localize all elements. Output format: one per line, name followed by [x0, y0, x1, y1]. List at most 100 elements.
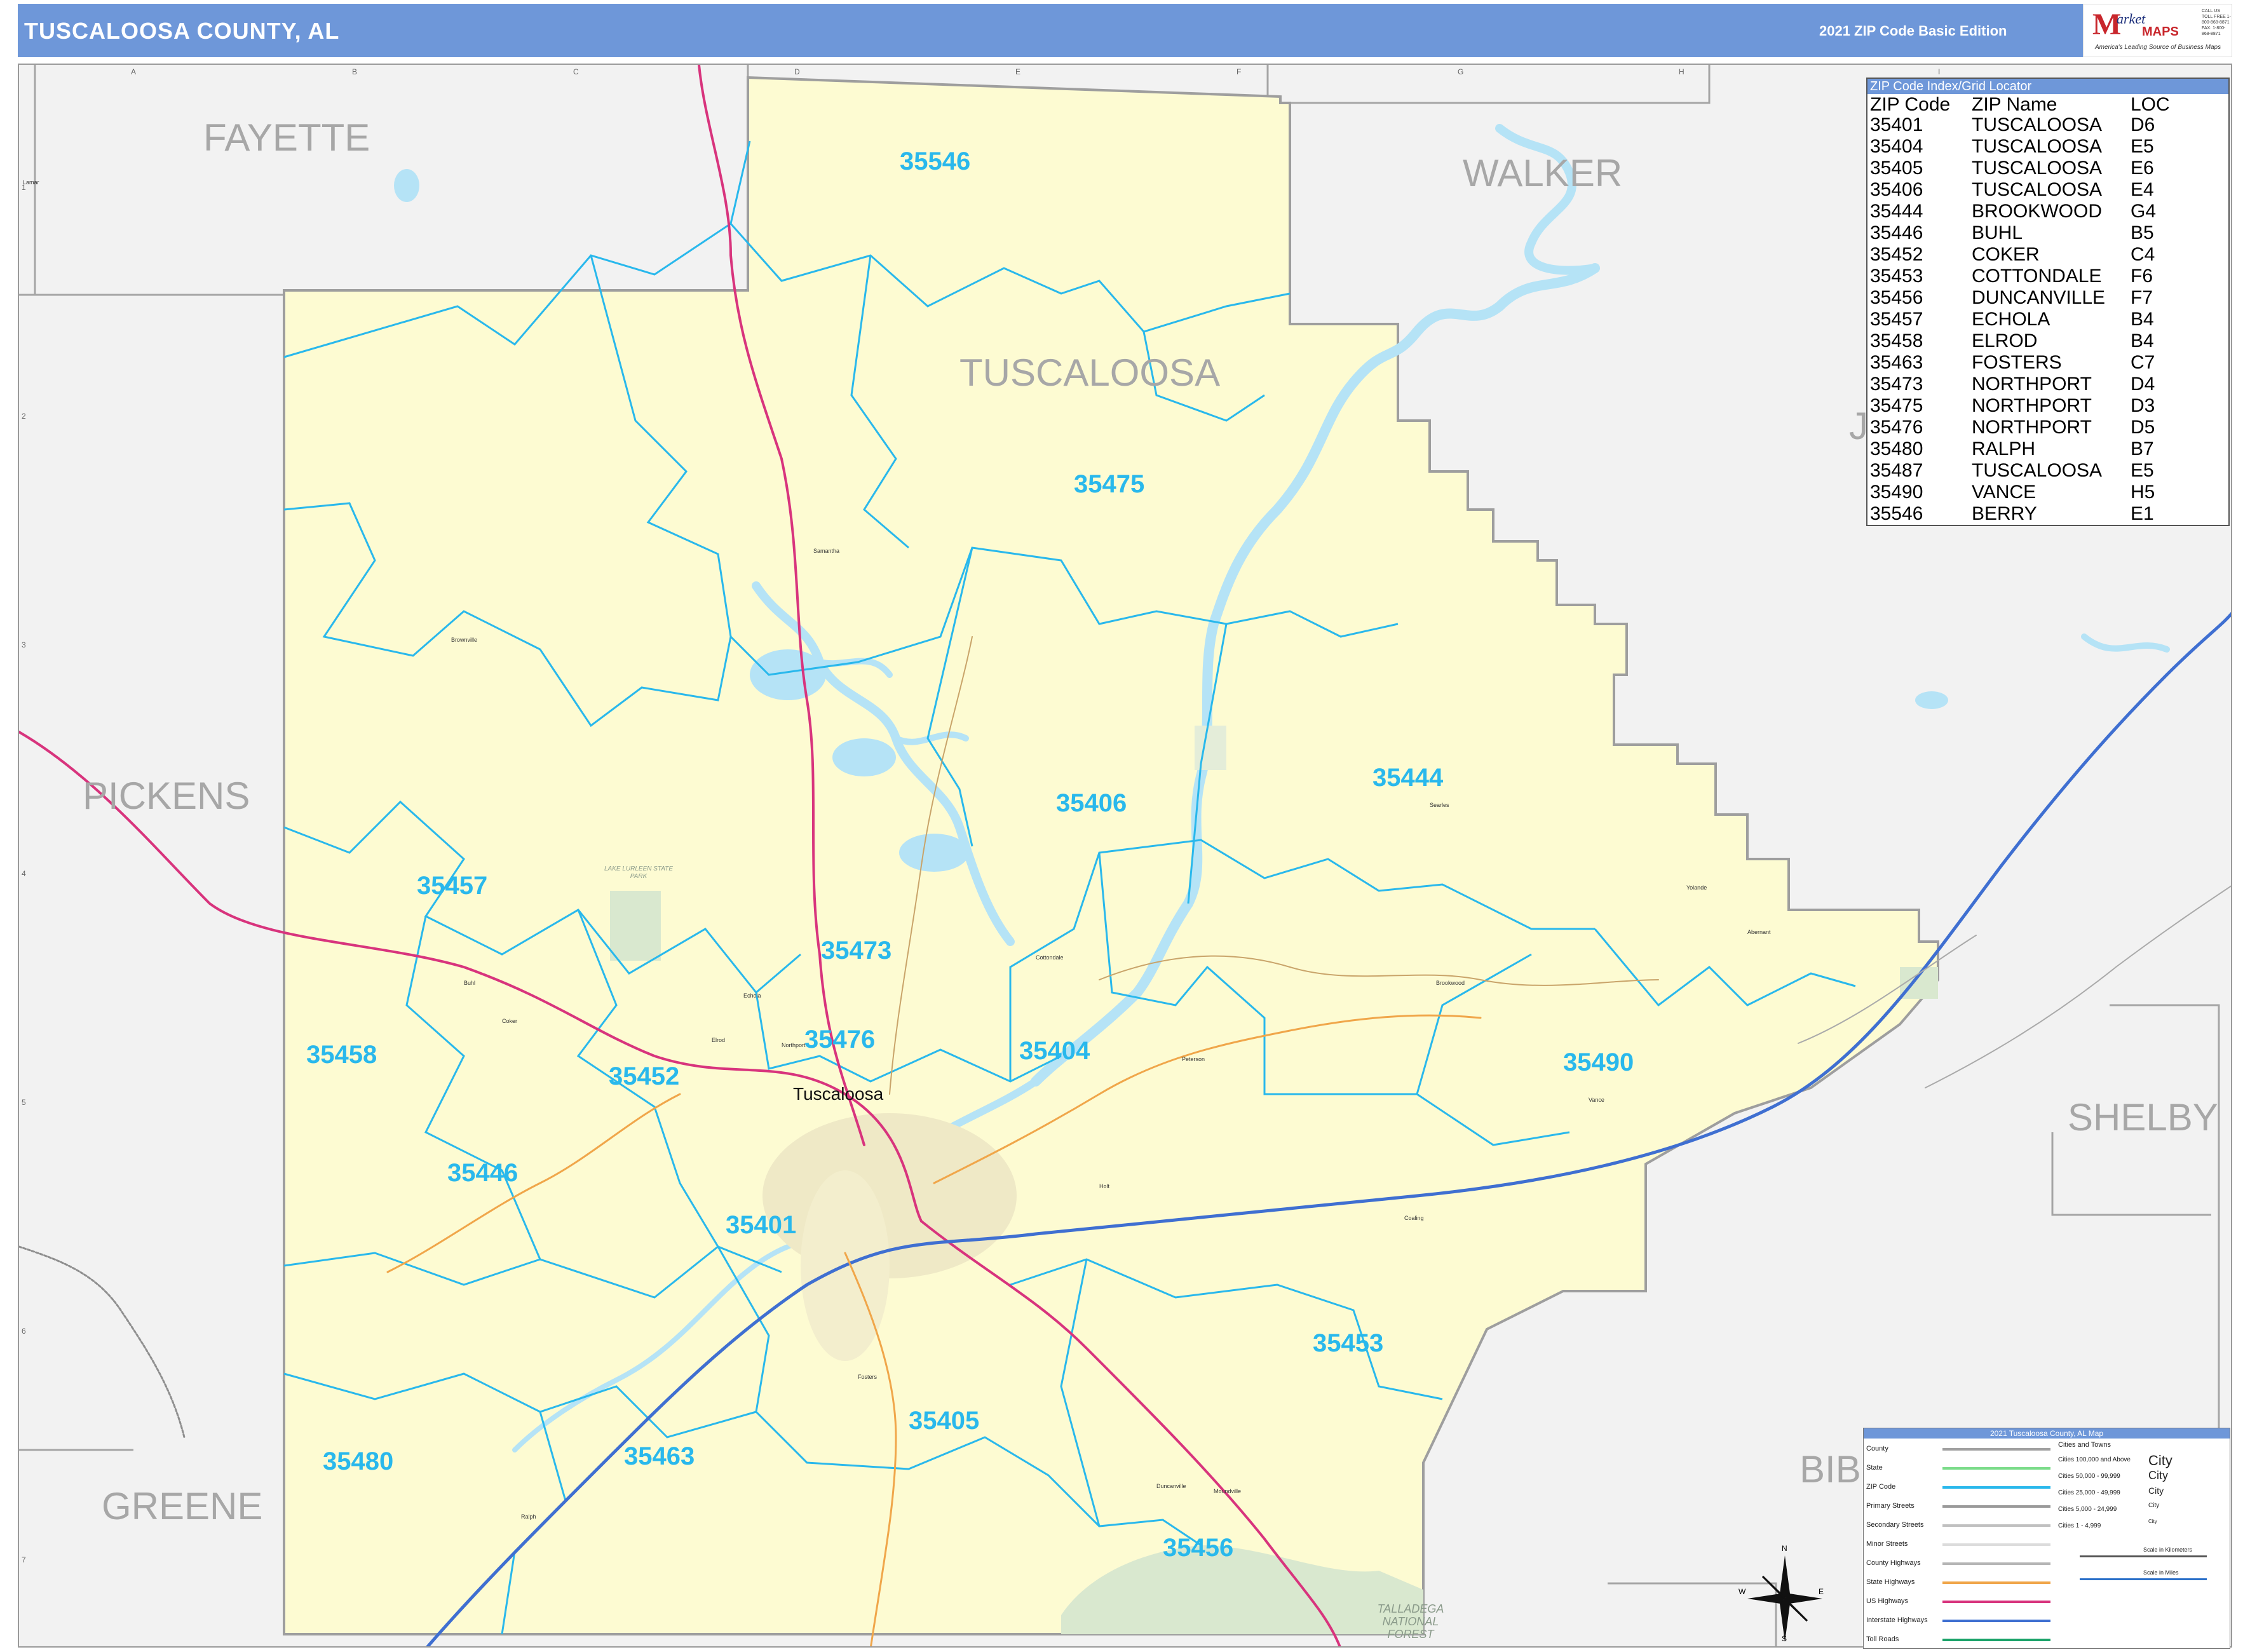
place-label: Holt: [1099, 1183, 1110, 1189]
legend-item: State Highways: [1866, 1576, 2050, 1595]
zip-index-row[interactable]: 35404 TUSCALOOSA E5: [1867, 136, 2228, 158]
legend-cities-title: Cities and Towns: [2058, 1441, 2111, 1449]
zip-name-cell: TUSCALOOSA: [1972, 158, 2103, 179]
legend-item: Interstate Highways: [1866, 1614, 2050, 1633]
zip-index-row[interactable]: 35452 COKER C4: [1867, 244, 2228, 266]
zip-code-cell: 35473: [1870, 374, 1923, 395]
grid-loc-cell: F7: [2131, 287, 2153, 308]
legend-swatch: [1942, 1543, 2050, 1546]
legend-swatch: [1942, 1448, 2050, 1451]
zip-code-cell: 35453: [1870, 266, 1923, 287]
grid-loc-cell: F6: [2131, 266, 2153, 287]
zip-index-row[interactable]: 35487 TUSCALOOSA E5: [1867, 460, 2228, 482]
zip-code-cell: 35452: [1870, 244, 1923, 265]
zip-label[interactable]: 35476: [804, 1026, 875, 1054]
legend-item: Primary Streets: [1866, 1500, 2050, 1519]
zip-label[interactable]: 35401: [726, 1211, 796, 1240]
grid-letter: B: [352, 67, 358, 76]
grid-loc-cell: E5: [2131, 460, 2154, 481]
zip-index-row[interactable]: 35476 NORTHPORT D5: [1867, 417, 2228, 438]
grid-letter: I: [1938, 67, 1941, 76]
grid-loc-cell: E6: [2131, 158, 2154, 179]
zip-index-columns: ZIP Code ZIP Name LOC: [1867, 94, 2228, 115]
zip-label[interactable]: 35473: [821, 937, 891, 965]
zip-label[interactable]: 35452: [609, 1062, 679, 1091]
grid-loc-cell: B4: [2131, 309, 2154, 330]
zip-label[interactable]: 35463: [624, 1442, 695, 1471]
zip-index-row[interactable]: 35456 DUNCANVILLE F7: [1867, 287, 2228, 309]
place-label: Elrod: [712, 1037, 726, 1043]
logo-maps: MAPS: [2142, 25, 2179, 39]
place-label: Moundville: [1214, 1488, 1242, 1494]
county-walker: WALKER: [1463, 152, 1623, 194]
place-label: Yolande: [1686, 884, 1707, 891]
city-label-tuscaloosa[interactable]: Tuscaloosa: [793, 1084, 883, 1104]
zip-label[interactable]: 35444: [1372, 764, 1443, 792]
zip-label[interactable]: 35453: [1313, 1329, 1383, 1358]
logo-contact: CALL US TOLL FREE 1-800-868-8871 FAX: 1-…: [2202, 9, 2231, 36]
zip-name-cell: ELROD: [1972, 330, 2038, 351]
zip-index-row[interactable]: 35406 TUSCALOOSA E4: [1867, 179, 2228, 201]
market-maps-logo[interactable]: M arket MAPS America's Leading Source of…: [2083, 4, 2232, 57]
zip-index-row[interactable]: 35475 NORTHPORT D3: [1867, 395, 2228, 417]
place-label: Abernant: [1747, 929, 1771, 935]
zip-label[interactable]: 35490: [1563, 1048, 1634, 1077]
grid-letter: A: [131, 67, 137, 76]
zip-name-cell: NORTHPORT: [1972, 417, 2092, 438]
zip-label[interactable]: 35406: [1056, 789, 1127, 818]
zip-label[interactable]: 35457: [417, 872, 487, 900]
compass-n: N: [1782, 1544, 1787, 1553]
grid-number: 2: [22, 412, 26, 421]
zip-index-row[interactable]: 35458 ELROD B4: [1867, 330, 2228, 352]
grid-loc-cell: H5: [2131, 482, 2155, 503]
zip-index-row[interactable]: 35457 ECHOLA B4: [1867, 309, 2228, 330]
zip-index-row[interactable]: 35405 TUSCALOOSA E6: [1867, 158, 2228, 179]
zip-index-row[interactable]: 35401 TUSCALOOSA D6: [1867, 114, 2228, 136]
grid-loc-cell: D3: [2131, 395, 2155, 416]
zip-label[interactable]: 35546: [900, 147, 970, 176]
zip-code-cell: 35404: [1870, 136, 1923, 157]
place-label: Vance: [1589, 1097, 1604, 1103]
place-label: Brownville: [451, 637, 478, 643]
scale-km-label: Scale in Kilometers: [2143, 1547, 2193, 1553]
place-label: Duncanville: [1156, 1483, 1186, 1489]
compass-rose: N S E W: [1738, 1544, 1826, 1643]
zip-label[interactable]: 35458: [306, 1041, 377, 1069]
zip-index-row[interactable]: 35446 BUHL B5: [1867, 222, 2228, 244]
zip-name-cell: TUSCALOOSA: [1972, 179, 2103, 200]
grid-letter: D: [794, 67, 800, 76]
zip-label[interactable]: 35475: [1074, 470, 1144, 499]
zip-index-row[interactable]: 35490 VANCE H5: [1867, 482, 2228, 503]
zip-index-row[interactable]: 35480 RALPH B7: [1867, 438, 2228, 460]
zip-code-cell: 35475: [1870, 395, 1923, 416]
zip-name-cell: BERRY: [1972, 503, 2037, 524]
col-header: LOC: [2131, 94, 2170, 115]
zip-label[interactable]: 35446: [447, 1159, 518, 1188]
zip-index-row[interactable]: 35473 NORTHPORT D4: [1867, 374, 2228, 395]
legend-cities: Cities and Towns Cities 100,000 and Abov…: [2058, 1441, 2223, 1535]
zip-name-cell: COKER: [1972, 244, 2040, 265]
zip-label[interactable]: 35456: [1163, 1534, 1233, 1562]
city-tier-label: Cities 100,000 and Above: [2058, 1456, 2131, 1463]
zip-index-row[interactable]: 35444 BROOKWOOD G4: [1867, 201, 2228, 222]
legend-swatch: [1942, 1601, 2050, 1603]
zip-label[interactable]: 35405: [909, 1407, 979, 1435]
legend-item: State: [1866, 1461, 2050, 1480]
zip-code-cell: 35480: [1870, 438, 1923, 459]
zip-label[interactable]: 35480: [323, 1447, 393, 1476]
city-tiers: Cities 100,000 and Above City Cities 50,00…: [2058, 1452, 2223, 1535]
place-label: Buhl: [464, 980, 476, 986]
grid-loc-cell: G4: [2131, 201, 2157, 222]
compass-w: W: [1738, 1587, 1746, 1596]
legend-items: County State ZIP Code Primary Streets Second…: [1866, 1442, 2050, 1652]
zip-label[interactable]: 35404: [1019, 1037, 1090, 1066]
zip-index-row[interactable]: 35453 COTTONDALE F6: [1867, 266, 2228, 287]
legend-item: Toll Roads: [1866, 1633, 2050, 1652]
county-fayette: FAYETTE: [203, 116, 370, 159]
zip-name-cell: DUNCANVILLE: [1972, 287, 2106, 308]
place-label: Fosters: [858, 1374, 878, 1380]
city-tier-label: Cities 1 - 4,999: [2058, 1522, 2101, 1529]
zip-index-row[interactable]: 35463 FOSTERS C7: [1867, 352, 2228, 374]
zip-index-row[interactable]: 35546 BERRY E1: [1867, 503, 2228, 525]
header-bar: TUSCALOOSA COUNTY, AL 2021 ZIP Code Basi…: [18, 4, 2232, 57]
